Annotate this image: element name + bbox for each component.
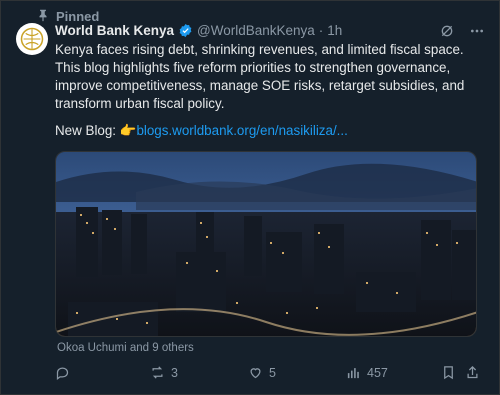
verified-badge-icon — [178, 23, 193, 38]
action-bar: 3 5 457 — [55, 365, 487, 380]
bookmark-button[interactable] — [441, 365, 465, 380]
repost-button[interactable]: 3 — [150, 365, 248, 380]
city-skyline-photo-icon — [56, 152, 476, 336]
world-bank-logo-icon — [18, 25, 46, 53]
heart-icon — [248, 365, 263, 380]
like-button[interactable]: 5 — [248, 365, 346, 380]
tweet-card[interactable]: Pinned World Bank Kenya @WorldBankKenya … — [0, 0, 500, 395]
top-actions — [439, 23, 485, 39]
timestamp[interactable]: 1h — [327, 23, 342, 38]
grok-icon[interactable] — [439, 23, 455, 39]
blog-link[interactable]: blogs.worldbank.org/en/nasikiliza/... — [136, 123, 347, 138]
views-count: 457 — [367, 365, 388, 380]
author-handle[interactable]: @WorldBankKenya — [197, 23, 315, 38]
tweet-text: Kenya faces rising debt, shrinking reven… — [55, 41, 485, 113]
author-name[interactable]: World Bank Kenya — [55, 23, 174, 38]
reply-button[interactable] — [55, 365, 150, 380]
tweet-media-image[interactable] — [55, 151, 477, 337]
pin-icon — [36, 8, 50, 25]
liked-by-text[interactable]: Okoa Uchumi and 9 others — [57, 342, 194, 354]
repost-count: 3 — [171, 365, 178, 380]
avatar[interactable] — [16, 23, 48, 55]
reply-icon — [55, 365, 70, 380]
blog-prefix: New Blog: — [55, 123, 120, 138]
share-button[interactable] — [465, 365, 485, 380]
separator-dot: · — [318, 23, 324, 38]
share-icon — [465, 365, 480, 380]
bookmark-icon — [441, 365, 456, 380]
pointing-hand-icon: 👉 — [119, 123, 137, 138]
views-chart-icon — [346, 365, 361, 380]
tweet-body: Kenya faces rising debt, shrinking reven… — [55, 42, 465, 111]
like-count: 5 — [269, 365, 276, 380]
views-button[interactable]: 457 — [346, 365, 441, 380]
pinned-label: Pinned — [56, 9, 100, 24]
repost-icon — [150, 365, 165, 380]
tweet-header: World Bank Kenya @WorldBankKenya · 1h — [55, 23, 342, 38]
more-options-icon[interactable] — [469, 23, 485, 39]
blog-line: New Blog: 👉blogs.worldbank.org/en/nasiki… — [55, 122, 348, 140]
